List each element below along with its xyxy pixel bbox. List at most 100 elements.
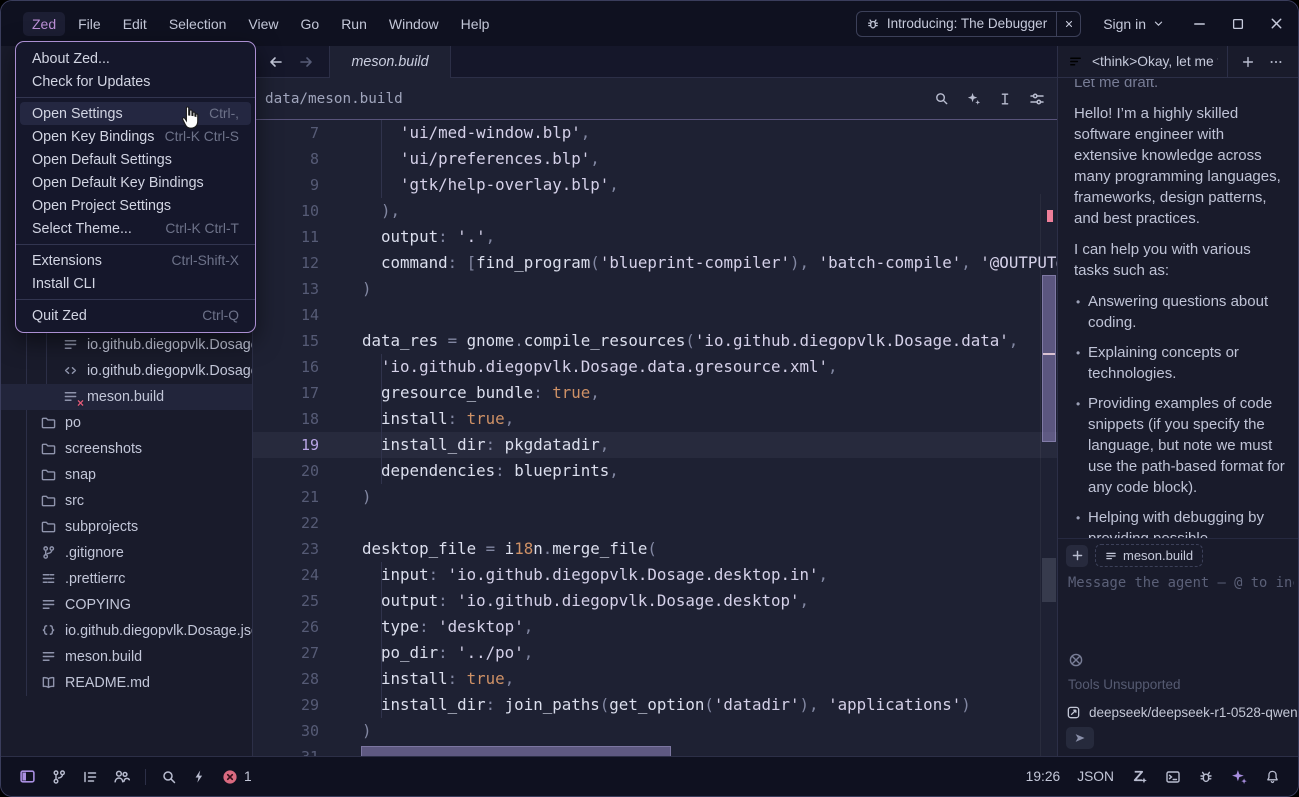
menu-item-check-for-updates[interactable]: Check for Updates: [20, 70, 251, 93]
menu-selection[interactable]: Selection: [160, 12, 236, 36]
forward-arrow-icon[interactable]: [295, 51, 317, 73]
code-line-28[interactable]: 28 install: true,: [253, 666, 1057, 692]
code-buffer[interactable]: 7 'ui/med-window.blp',8 'ui/preferences.…: [253, 120, 1057, 756]
collab-icon[interactable]: [113, 768, 130, 785]
code-line-21[interactable]: 21): [253, 484, 1057, 510]
git-branch-icon[interactable]: [51, 769, 67, 785]
file-tree-item-io-github-diegopvlk-dosage[interactable]: io.github.diegopvlk.Dosage: [1, 358, 252, 384]
code-line-11[interactable]: 11 output: '.',: [253, 224, 1057, 250]
diagnostics-indicator[interactable]: 1: [222, 769, 252, 785]
menu-item-about-zed[interactable]: About Zed...: [20, 47, 251, 70]
sparkle-icon[interactable]: [966, 91, 981, 107]
thread-title[interactable]: <think>Okay, let me t: [1092, 54, 1218, 69]
debugger-icon[interactable]: [1198, 769, 1214, 785]
bell-icon[interactable]: [1265, 769, 1280, 784]
code-line-10[interactable]: 10 ),: [253, 198, 1057, 224]
code-line-30[interactable]: 30): [253, 718, 1057, 744]
code-line-9[interactable]: 9 'gtk/help-overlay.blp',: [253, 172, 1057, 198]
menu-item-open-default-key-bindings[interactable]: Open Default Key Bindings: [20, 171, 251, 194]
code-line-27[interactable]: 27 po_dir: '../po',: [253, 640, 1057, 666]
file-tree-item-snap[interactable]: snap: [1, 462, 252, 488]
add-context-button[interactable]: [1066, 545, 1088, 567]
panel-toggle-icon[interactable]: [19, 768, 36, 785]
banner-close-icon[interactable]: [1056, 12, 1080, 36]
file-tree-item-readme-md[interactable]: README.md: [1, 670, 252, 696]
terminal-icon[interactable]: [1165, 769, 1181, 785]
menu-window[interactable]: Window: [380, 12, 448, 36]
menu-file[interactable]: File: [69, 12, 110, 36]
code-line-14[interactable]: 14: [253, 302, 1057, 328]
file-tree-item-io-github-diegopvlk-dosage[interactable]: io.github.diegopvlk.Dosage: [1, 332, 252, 358]
file-tree-item-copying[interactable]: COPYING: [1, 592, 252, 618]
file-tree-item-subprojects[interactable]: subprojects: [1, 514, 252, 540]
code-line-29[interactable]: 29 install_dir: join_paths(get_option('d…: [253, 692, 1057, 718]
menu-item-select-theme[interactable]: Select Theme...Ctrl-K Ctrl-T: [20, 217, 251, 240]
file-tree-item-meson-build[interactable]: ×meson.build: [1, 384, 252, 410]
code-line-22[interactable]: 22: [253, 510, 1057, 536]
maximize-icon[interactable]: [1231, 17, 1245, 31]
model-selector[interactable]: deepseek/deepseek-r1-0528-qwen3-: [1066, 705, 1298, 720]
code-line-13[interactable]: 13): [253, 276, 1057, 302]
message-input[interactable]: Message the agent – @ to inclu: [1068, 575, 1294, 591]
language-selector[interactable]: JSON: [1077, 769, 1114, 784]
menu-zed[interactable]: Zed: [23, 12, 65, 36]
code-line-15[interactable]: 15data_res = gnome.compile_resources('io…: [253, 328, 1057, 354]
context-chip[interactable]: meson.build: [1095, 544, 1203, 567]
file-tree-item-prettierrc[interactable]: .prettierrc: [1, 566, 252, 592]
menu-item-open-key-bindings[interactable]: Open Key BindingsCtrl-K Ctrl-S: [20, 125, 251, 148]
menu-item-install-cli[interactable]: Install CLI: [20, 272, 251, 295]
menu-item-open-project-settings[interactable]: Open Project Settings: [20, 194, 251, 217]
search-icon[interactable]: [934, 91, 949, 107]
sign-in-button[interactable]: Sign in: [1103, 16, 1164, 32]
file-tree-item-screenshots[interactable]: screenshots: [1, 436, 252, 462]
menu-view[interactable]: View: [239, 12, 287, 36]
back-arrow-icon[interactable]: [265, 51, 287, 73]
code-line-16[interactable]: 16 'io.github.diegopvlk.Dosage.data.gres…: [253, 354, 1057, 380]
assistant-sparkle-icon[interactable]: [1231, 768, 1248, 785]
tools-icon[interactable]: [1068, 652, 1084, 668]
minimize-icon[interactable]: [1192, 16, 1207, 31]
file-tree-item-po[interactable]: po: [1, 410, 252, 436]
sliders-icon[interactable]: [1029, 91, 1045, 107]
vertical-scrollbar-track[interactable]: [1040, 194, 1057, 756]
code-line-23[interactable]: 23desktop_file = i18n.merge_file(: [253, 536, 1057, 562]
code-line-25[interactable]: 25 output: 'io.github.diegopvlk.Dosage.d…: [253, 588, 1057, 614]
menu-item-quit-zed[interactable]: Quit ZedCtrl-Q: [20, 304, 251, 327]
menu-run[interactable]: Run: [332, 12, 376, 36]
file-tree-item-gitignore[interactable]: .gitignore: [1, 540, 252, 566]
send-button[interactable]: [1066, 727, 1094, 749]
menu-edit[interactable]: Edit: [114, 12, 156, 36]
menu-item-extensions[interactable]: ExtensionsCtrl-Shift-X: [20, 249, 251, 272]
file-tree-item-meson-build[interactable]: meson.build: [1, 644, 252, 670]
vertical-scrollbar-thumb[interactable]: [1042, 275, 1056, 442]
outline-icon[interactable]: [82, 769, 98, 785]
code-line-18[interactable]: 18 install: true,: [253, 406, 1057, 432]
tab-meson-build[interactable]: meson.build: [329, 46, 451, 78]
agent-messages[interactable]: Let me draft. Hello! I’m a highly skille…: [1058, 79, 1298, 538]
zap-icon[interactable]: [192, 769, 207, 784]
list-icon[interactable]: [1068, 54, 1083, 69]
search-icon[interactable]: [161, 769, 177, 785]
ibeam-icon[interactable]: [998, 91, 1012, 107]
breadcrumb[interactable]: data/meson.build: [265, 91, 403, 107]
copilot-icon[interactable]: [1131, 768, 1148, 785]
menu-item-open-settings[interactable]: Open SettingsCtrl-,: [20, 102, 251, 125]
code-line-24[interactable]: 24 input: 'io.github.diegopvlk.Dosage.de…: [253, 562, 1057, 588]
code-line-20[interactable]: 20 dependencies: blueprints,: [253, 458, 1057, 484]
close-window-icon[interactable]: [1269, 16, 1284, 31]
code-line-7[interactable]: 7 'ui/med-window.blp',: [253, 120, 1057, 146]
code-line-26[interactable]: 26 type: 'desktop',: [253, 614, 1057, 640]
debugger-banner[interactable]: Introducing: The Debugger: [856, 11, 1081, 37]
code-line-17[interactable]: 17 gresource_bundle: true,: [253, 380, 1057, 406]
horizontal-scrollbar[interactable]: [361, 746, 671, 756]
menu-go[interactable]: Go: [292, 12, 329, 36]
new-thread-icon[interactable]: [1236, 50, 1260, 74]
file-tree-item-io-github-diegopvlk-dosage-jso[interactable]: io.github.diegopvlk.Dosage.jso: [1, 618, 252, 644]
menu-item-open-default-settings[interactable]: Open Default Settings: [20, 148, 251, 171]
menu-help[interactable]: Help: [452, 12, 499, 36]
ellipsis-icon[interactable]: [1264, 50, 1288, 74]
code-line-8[interactable]: 8 'ui/preferences.blp',: [253, 146, 1057, 172]
code-line-12[interactable]: 12 command: [find_program('blueprint-com…: [253, 250, 1057, 276]
code-line-19[interactable]: 19 install_dir: pkgdatadir,: [253, 432, 1057, 458]
file-tree-item-src[interactable]: src: [1, 488, 252, 514]
